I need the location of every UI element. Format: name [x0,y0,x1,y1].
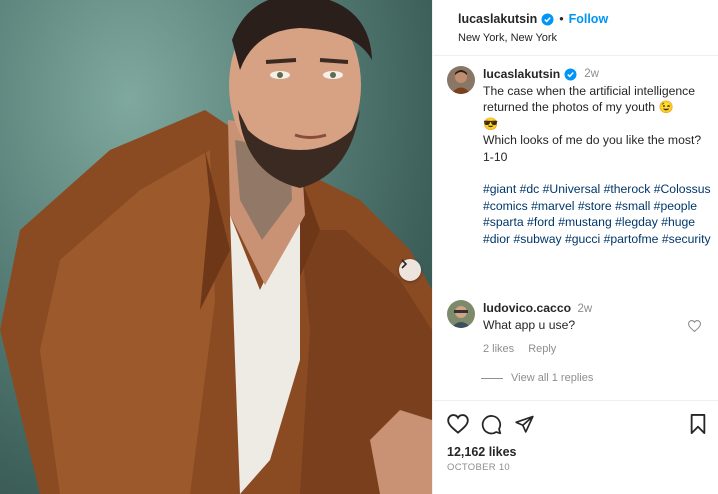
action-bar: 12,162 likes OCTOBER 10 [433,400,718,494]
likes-count[interactable]: 12,162 likes [447,445,517,459]
comment-body: ludovico.cacco 2w What app u use? 2 like… [483,300,713,357]
comment-likes[interactable]: 2 likes [483,341,514,357]
bookmark-icon[interactable] [689,414,707,434]
caption: lucaslakutsin 2w The case when the artif… [447,66,713,247]
share-icon[interactable] [514,414,535,435]
chevron-right-icon [401,259,408,269]
view-replies-button[interactable]: View all 1 replies [481,372,593,384]
verified-icon [541,13,554,26]
post-date[interactable]: OCTOBER 10 [447,462,510,473]
follow-button[interactable]: Follow [569,12,609,26]
caption-text-line1: The case when the artificial intelligenc… [483,83,696,115]
post-location[interactable]: New York, New York [458,32,704,44]
verified-icon [564,68,577,81]
comment-like-heart-icon[interactable] [687,320,702,335]
caption-text-line3: Which looks of me do you like the most? … [483,133,702,164]
comment-icon[interactable] [481,414,502,435]
caption-username[interactable]: lucaslakutsin [483,66,560,83]
author-username[interactable]: lucaslakutsin [458,12,537,26]
separator-dot: • [559,12,564,26]
caption-header: lucaslakutsin 2w [483,66,713,83]
reply-button[interactable]: Reply [528,341,556,357]
action-icons [447,414,535,435]
heart-icon[interactable] [447,414,469,435]
commenter-avatar[interactable] [447,300,475,328]
post-header: lucaslakutsin • Follow New York, New Yor… [433,0,718,56]
post-photo[interactable] [0,0,432,494]
comment-meta: 2 likes Reply [483,341,713,357]
post-details-panel: lucaslakutsin • Follow New York, New Yor… [432,0,718,494]
caption-time[interactable]: 2w [584,66,599,83]
comment: ludovico.cacco 2w What app u use? 2 like… [447,300,713,357]
view-replies-label: View all 1 replies [511,372,594,384]
instagram-post: lucaslakutsin • Follow New York, New Yor… [0,0,718,494]
photo-illustration [0,0,432,494]
caption-text-line2: 😎 [483,116,499,131]
caption-hashtags[interactable]: #giant #dc #Universal #therock #Colossus… [483,181,713,247]
comment-time[interactable]: 2w [577,303,592,315]
author-avatar[interactable] [447,66,475,94]
next-photo-button[interactable] [399,259,421,281]
replies-divider-line [481,377,503,379]
comment-text: What app u use? [483,318,576,332]
caption-body: lucaslakutsin 2w The case when the artif… [483,66,713,247]
header-row: lucaslakutsin • Follow [458,12,704,26]
commenter-username[interactable]: ludovico.cacco [483,301,571,315]
